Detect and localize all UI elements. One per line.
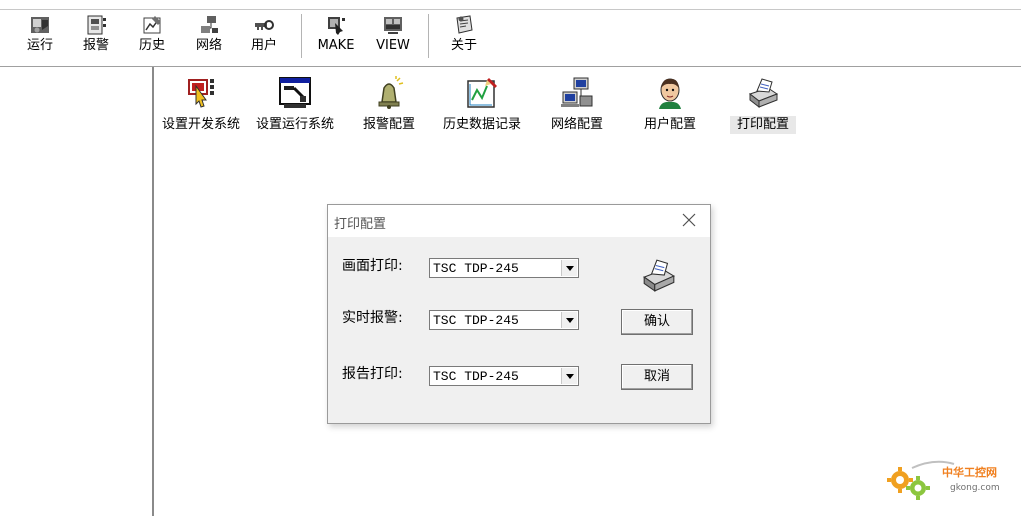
dev-system-icon [188, 79, 214, 108]
config-item-label: 打印配置 [730, 116, 796, 134]
toolbar-user-button[interactable]: 用户 [248, 14, 280, 54]
report-print-value: TSC TDP-245 [433, 369, 519, 384]
printer-icon [643, 259, 675, 292]
alarm-bell-icon [378, 76, 404, 109]
report-print-select[interactable]: TSC TDP-245 [429, 366, 579, 386]
toolbar-separator [301, 14, 302, 58]
run-icon [31, 17, 49, 33]
gear-icon [887, 467, 930, 500]
report-print-label: 报告打印: [342, 366, 403, 382]
toolbar-alarm-label: 报警 [82, 38, 109, 53]
chevron-down-icon[interactable] [561, 260, 577, 276]
toolbar-alarm-button[interactable]: 报警 [80, 14, 112, 54]
config-item-alarm[interactable]: 报警配置 [356, 76, 422, 134]
config-item-dev-system[interactable]: 设置开发系统 [160, 76, 242, 134]
toolbar-about-button[interactable]: 关于 [448, 14, 480, 54]
about-icon [456, 15, 473, 34]
printer-icon [748, 78, 779, 109]
toolbar-about-label: 关于 [450, 38, 477, 53]
panel-splitter[interactable] [152, 67, 154, 516]
toolbar-user-label: 用户 [250, 38, 277, 53]
config-item-label: 设置运行系统 [255, 117, 334, 132]
dialog-titlebar[interactable]: 打印配置 [328, 205, 710, 237]
watermark-site: gkong.com [950, 483, 1000, 493]
config-item-printer[interactable]: 打印配置 [730, 76, 796, 134]
config-item-label: 设置开发系统 [161, 117, 240, 132]
toolbar-network-button[interactable]: 网络 [192, 14, 226, 54]
network-icon [201, 16, 218, 33]
run-system-icon [279, 77, 311, 108]
dialog-title: 打印配置 [334, 217, 387, 232]
toolbar-top-border [0, 9, 1021, 10]
main-toolbar: 运行 报警 历史 网络 用户 MAKE VIEW 关于 [0, 0, 1021, 67]
toolbar-history-button[interactable]: 历史 [136, 14, 168, 54]
toolbar-separator [428, 14, 429, 58]
view-icon [384, 17, 402, 34]
history-data-icon [467, 78, 497, 108]
config-item-label: 网络配置 [550, 117, 603, 132]
config-item-network[interactable]: 网络配置 [545, 76, 609, 134]
navigation-tree-panel[interactable] [0, 67, 152, 516]
realtime-alarm-select[interactable]: TSC TDP-245 [429, 310, 579, 330]
make-icon [328, 17, 345, 35]
alarm-icon [87, 15, 106, 35]
close-icon[interactable] [680, 211, 698, 229]
screen-print-select[interactable]: TSC TDP-245 [429, 258, 579, 278]
toolbar-history-label: 历史 [138, 38, 165, 53]
user-avatar-icon [659, 78, 681, 109]
history-icon [143, 16, 161, 34]
toolbar-view-button[interactable]: VIEW [372, 14, 414, 54]
print-config-dialog: 打印配置 画面打印: TSC TDP-245 实时报警: TSC TDP-245… [327, 204, 711, 424]
network-computers-icon [561, 77, 593, 107]
toolbar-make-label: MAKE [317, 38, 355, 53]
toolbar-view-label: VIEW [376, 38, 410, 53]
toolbar-run-label: 运行 [26, 38, 53, 53]
config-item-label: 报警配置 [362, 117, 415, 132]
toolbar-network-label: 网络 [195, 38, 222, 53]
toolbar-make-button[interactable]: MAKE [314, 14, 358, 54]
confirm-button[interactable]: 确认 [621, 309, 693, 335]
realtime-alarm-label: 实时报警: [342, 310, 403, 326]
watermark-brand: 中华工控网 [942, 465, 997, 479]
config-item-label: 用户配置 [643, 117, 696, 132]
config-item-label: 历史数据记录 [442, 117, 521, 132]
user-key-icon [255, 20, 274, 30]
config-item-user[interactable]: 用户配置 [638, 76, 702, 134]
cancel-button[interactable]: 取消 [621, 364, 693, 390]
screen-print-label: 画面打印: [342, 258, 403, 274]
screen-print-value: TSC TDP-245 [433, 261, 519, 276]
chevron-down-icon[interactable] [561, 368, 577, 384]
config-item-run-system[interactable]: 设置运行系统 [254, 76, 336, 134]
toolbar-run-button[interactable]: 运行 [24, 14, 56, 54]
config-item-history-data[interactable]: 历史数据记录 [441, 76, 523, 134]
gkong-watermark-logo: 中华工控网 gkong.com [887, 460, 1000, 500]
chevron-down-icon[interactable] [561, 312, 577, 328]
realtime-alarm-value: TSC TDP-245 [433, 313, 519, 328]
